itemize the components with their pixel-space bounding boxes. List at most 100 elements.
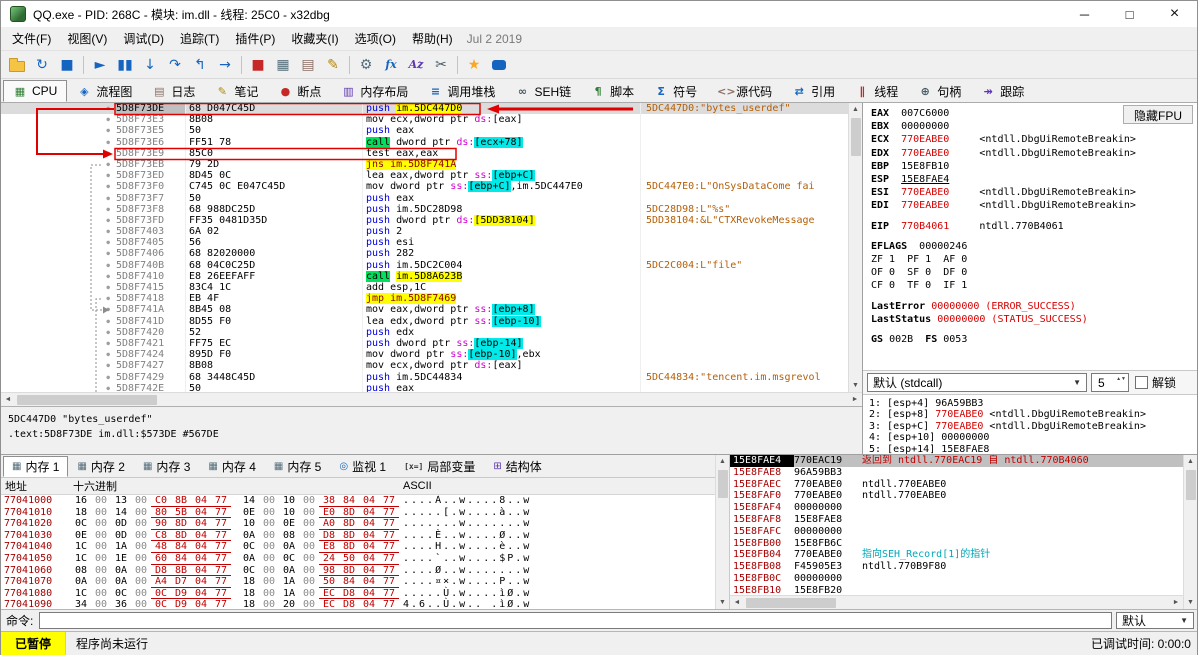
breakpoint-dot-icon[interactable]: ● (1, 260, 116, 271)
notes-icon[interactable]: ✎ (321, 54, 345, 76)
tab-graph[interactable]: ◈ 流程图 (67, 80, 142, 102)
scroll-thumb[interactable] (1185, 470, 1196, 500)
favourites-icon[interactable]: ★ (462, 54, 486, 76)
scroll-up-arrow-icon[interactable]: ▲ (849, 103, 863, 116)
register-line[interactable]: ESP 15E8FAE4 (871, 173, 1197, 186)
settings-icon[interactable]: ⚙ (354, 54, 378, 76)
menu-item[interactable]: 收藏夹(I) (283, 27, 346, 50)
breakpoint-dot-icon[interactable]: ● (1, 159, 116, 170)
log-icon[interactable]: ▤ (296, 54, 320, 76)
disasm-row[interactable]: ● 5D8F73F8 68 988DC25D push im.5DC28D98 5DC2… (1, 203, 848, 215)
scroll-down-arrow-icon[interactable]: ▼ (1184, 596, 1198, 609)
disasm-row[interactable]: ● 5D8F741A 8B45 08 mov eax,dword ptr ss:[eb… (1, 304, 848, 316)
register-line[interactable]: GS 002B FS 0053 (871, 333, 1197, 346)
breakpoint-dot-icon[interactable]: ● (1, 125, 116, 136)
stack-row[interactable]: 15E8FAEC 770EABE0 ntdll.770EABE0 (730, 479, 1183, 491)
tab-watch1[interactable]: ◎ 监视 1 (330, 456, 395, 477)
register-line[interactable]: EIP 770B4061 ntdll.770B4061 (871, 220, 1197, 233)
breakpoint-dot-icon[interactable]: ● (1, 282, 116, 293)
disasm-row[interactable]: ● 5D8F73DE 68 D047C45D push im.5DC447D0 5DC4… (1, 103, 848, 115)
restart-icon[interactable]: ↻ (30, 54, 54, 76)
scroll-left-arrow-icon[interactable]: ◄ (730, 596, 744, 609)
dump-row[interactable]: 77041040 1C 00 1A 00 48 84 04 77 0C 00 0A 00 E8 8D 04 77… (1, 541, 715, 553)
disasm-row[interactable]: ● 5D8F73E9 85C0 test eax,eax (1, 147, 848, 159)
pause-icon[interactable]: ▮▮ (113, 54, 137, 76)
breakpoint-dot-icon[interactable]: ● (1, 349, 116, 360)
breakpoint-dot-icon[interactable]: ● (1, 215, 116, 226)
stack-vertical-scrollbar[interactable]: ▲ ▼ (1183, 455, 1197, 609)
register-line[interactable]: ZF 1 PF 1 AF 0 (871, 253, 1197, 266)
disasm-row[interactable]: ● 5D8F7427 8B08 mov ecx,dword ptr ds:[eax] (1, 360, 848, 372)
stack-row[interactable]: 15E8FB00 15E8FB6C (730, 538, 1183, 550)
disasm-row[interactable]: ● 5D8F73ED 8D45 0C lea eax,dword ptr ss:[eb… (1, 170, 848, 182)
tab-log[interactable]: ▤ 日志 (142, 80, 205, 102)
stack-horizontal-scrollbar[interactable]: ◄ ► (730, 595, 1183, 609)
menu-item[interactable]: 调试(D) (115, 27, 172, 50)
disasm-row[interactable]: ● 5D8F7418 EB 4F jmp im.5D8F7469 (1, 293, 848, 305)
menu-item[interactable]: 视图(V) (59, 27, 115, 50)
command-mode-select[interactable]: 默认 ▼ (1116, 612, 1194, 629)
command-input[interactable] (39, 612, 1112, 629)
breakpoint-dot-icon[interactable]: ● (1, 338, 116, 349)
tab-cpu[interactable]: ▦ CPU (3, 80, 68, 102)
disasm-row[interactable]: ● 5D8F740B 68 04C0C25D push im.5DC2C004 5DC2… (1, 259, 848, 271)
scroll-right-arrow-icon[interactable]: ► (1169, 596, 1183, 609)
menu-item[interactable]: 追踪(T) (172, 27, 227, 50)
stack-row[interactable]: 15E8FAE8 96A59BB3 (730, 467, 1183, 479)
register-line[interactable]: OF 0 SF 0 DF 0 (871, 266, 1197, 279)
disasm-row[interactable]: ● 5D8F7406 68 82020000 push 282 (1, 248, 848, 260)
disasm-row[interactable]: ● 5D8F73FD FF35 0481D35D push dword ptr ds:… (1, 214, 848, 227)
assembler-icon[interactable]: Az (404, 54, 428, 76)
snippets-icon[interactable]: ✂ (429, 54, 453, 76)
tab-memory4[interactable]: ▦ 内存 4 (199, 456, 264, 477)
tab-memory3[interactable]: ▦ 内存 3 (134, 456, 199, 477)
register-line[interactable]: EBP 15E8FB10 (871, 160, 1197, 173)
argument-count-stepper[interactable]: 5 ▲▼ (1091, 373, 1129, 392)
dump-row[interactable]: 77041090 34 00 36 00 0C D9 04 77 18 00 20 00 EC D8 04 77… (1, 599, 715, 609)
scroll-thumb[interactable] (746, 597, 836, 608)
tab-seh[interactable]: ∞ SEH链 (505, 80, 581, 102)
unlock-checkbox[interactable]: 解锁 (1135, 374, 1176, 391)
register-line[interactable]: LastError 00000000 (ERROR_SUCCESS) (871, 300, 1197, 313)
register-line[interactable]: CF 0 TF 0 IF 1 (871, 279, 1197, 292)
stack-row[interactable]: 15E8FAE4 770EAC19 返回到 ntdll.770EAC19 自 ntd… (730, 455, 1183, 467)
dump-row[interactable]: 77041050 1C 00 1E 00 60 84 04 77 0A 00 0C 00 24 50 04 77… (1, 553, 715, 565)
close-button[interactable]: × (1152, 1, 1197, 27)
stack-row[interactable]: 15E8FAF8 15E8FAE8 (730, 514, 1183, 526)
disasm-row[interactable]: ● 5D8F741D 8D55 F0 lea edx,dword ptr ss:[eb… (1, 315, 848, 327)
register-line[interactable]: EDI 770EABE0 <ntdll.DbgUiRemoteBreakin> (871, 199, 1197, 212)
stack-argument-row[interactable]: 2: [esp+8] 770EABE0 <ntdll.DbgUiRemoteBr… (869, 409, 1197, 420)
stack-row[interactable]: 15E8FB04 770EABE0 指向SEH_Record[1]的指针 (730, 549, 1183, 561)
disasm-row[interactable]: ● 5D8F7405 56 push esi (1, 237, 848, 249)
tab-handles[interactable]: ⊕ 句柄 (908, 80, 971, 102)
register-line[interactable]: ESI 770EABE0 <ntdll.DbgUiRemoteBreakin> (871, 186, 1197, 199)
tab-memory5[interactable]: ▦ 内存 5 (265, 456, 330, 477)
scroll-right-arrow-icon[interactable]: ► (848, 393, 862, 406)
stack-argument-row[interactable]: 3: [esp+C] 770EABE0 <ntdll.DbgUiRemoteBr… (869, 421, 1197, 432)
tab-memory1[interactable]: ▦ 内存 1 (3, 456, 69, 477)
register-line[interactable]: EDX 770EABE0 <ntdll.DbgUiRemoteBreakin> (871, 147, 1197, 160)
disasm-horizontal-scrollbar[interactable]: ◄ ► (1, 392, 862, 406)
breakpoint-dot-icon[interactable]: ● (1, 114, 116, 125)
checkbox-icon[interactable] (1135, 376, 1148, 389)
stack-row[interactable]: 15E8FB10 15E8FB20 (730, 585, 1183, 595)
stack-row[interactable]: 15E8FAFC 00000000 (730, 526, 1183, 538)
breakpoint-dot-icon[interactable]: ● (1, 237, 116, 248)
tab-breakpoints[interactable]: ● 断点 (268, 80, 331, 102)
scroll-down-arrow-icon[interactable]: ▼ (849, 379, 863, 392)
scroll-down-arrow-icon[interactable]: ▼ (716, 596, 730, 609)
tab-script[interactable]: ¶ 脚本 (581, 80, 644, 102)
disasm-row[interactable]: ● 5D8F7424 895D F0 mov dword ptr ss:[ebp-10… (1, 349, 848, 361)
dump-row[interactable]: 77041060 08 00 0A 00 D8 8B 04 77 0C 00 0A 00 98 8D 04 77… (1, 565, 715, 577)
disasm-row[interactable]: ● 5D8F73F7 50 push eax (1, 192, 848, 204)
maximize-button[interactable]: □ (1107, 1, 1152, 27)
dump-row[interactable]: 77041080 1C 00 0C 00 0C D9 04 77 18 00 1A 00 EC D8 04 77… (1, 588, 715, 600)
dump-row[interactable]: 77041010 18 00 14 00 80 5B 04 77 0E 00 10 00 E0 8D 04 77… (1, 507, 715, 519)
stop-icon[interactable]: ■ (55, 54, 79, 76)
tab-symbols[interactable]: Σ 符号 (644, 80, 707, 102)
disasm-row[interactable]: ● 5D8F73E5 50 push eax (1, 125, 848, 137)
menu-item[interactable]: 帮助(H) (404, 27, 461, 50)
step-into-icon[interactable]: ↓ (138, 54, 162, 76)
disasm-row[interactable]: ● 5D8F7421 FF75 EC push dword ptr ss:[ebp-1… (1, 337, 848, 350)
menu-item[interactable]: 文件(F) (4, 27, 59, 50)
